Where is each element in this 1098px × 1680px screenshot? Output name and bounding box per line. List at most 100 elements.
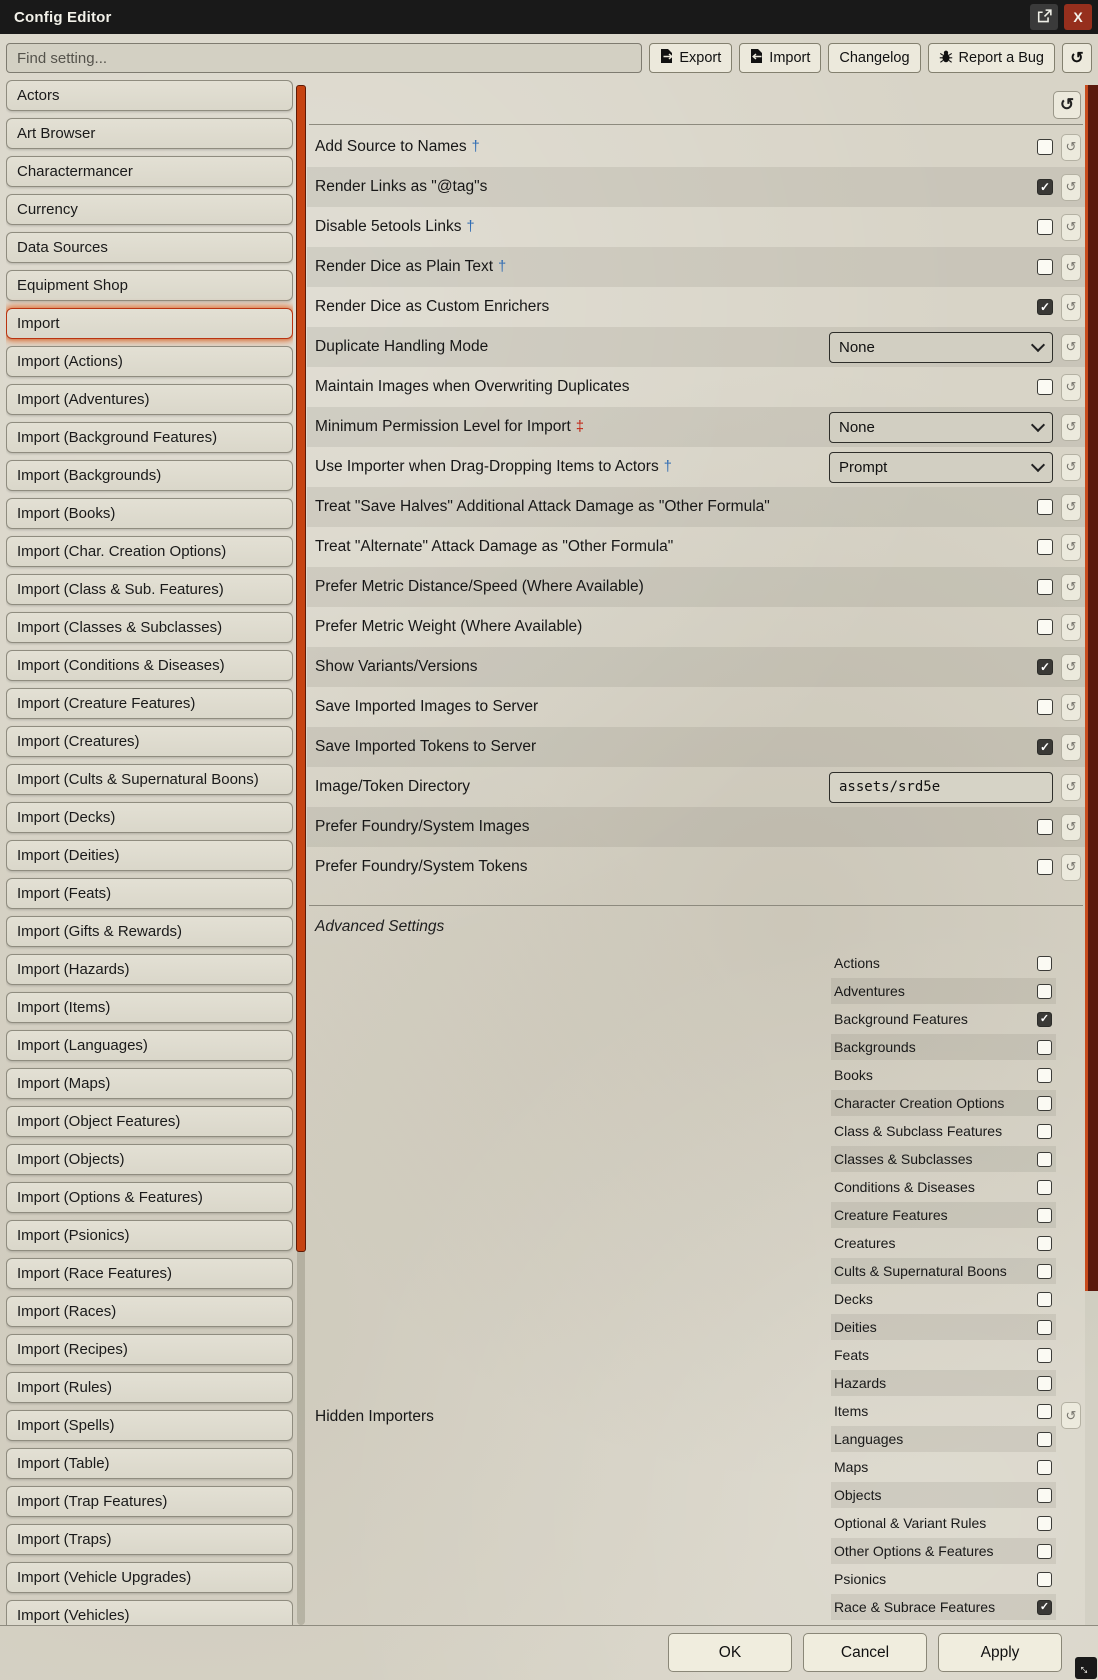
sidebar-item[interactable]: Import (Languages) <box>6 1030 293 1061</box>
main-scrollbar-thumb[interactable] <box>1085 85 1098 1291</box>
setting-checkbox[interactable]: ✓ <box>1037 259 1053 275</box>
sidebar-item[interactable]: Import (Options & Features) <box>6 1182 293 1213</box>
row-undo-button[interactable]: ↺ <box>1061 734 1081 761</box>
export-button[interactable]: Export <box>649 43 732 73</box>
hidden-importer-checkbox[interactable]: ✓ <box>1037 1040 1052 1055</box>
hidden-importer-checkbox[interactable]: ✓ <box>1037 1404 1052 1419</box>
row-undo-button[interactable]: ↺ <box>1061 534 1081 561</box>
row-undo-button[interactable]: ↺ <box>1061 374 1081 401</box>
sidebar-item[interactable]: Charactermancer <box>6 156 293 187</box>
setting-checkbox[interactable]: ✓ <box>1037 499 1053 515</box>
setting-checkbox[interactable]: ✓ <box>1037 699 1053 715</box>
hidden-importer-checkbox[interactable]: ✓ <box>1037 1348 1052 1363</box>
setting-checkbox[interactable]: ✓ <box>1037 539 1053 555</box>
sidebar-item[interactable]: Import (Creature Features) <box>6 688 293 719</box>
sidebar-item[interactable]: Import (Class & Sub. Features) <box>6 574 293 605</box>
sidebar-item[interactable]: Import (Trap Features) <box>6 1486 293 1517</box>
hidden-importer-checkbox[interactable]: ✓ <box>1037 1152 1052 1167</box>
row-undo-button[interactable]: ↺ <box>1061 694 1081 721</box>
setting-text-input[interactable] <box>829 772 1053 803</box>
row-undo-button[interactable]: ↺ <box>1061 334 1081 361</box>
row-undo-button[interactable]: ↺ <box>1061 134 1081 161</box>
row-undo-button[interactable]: ↺ <box>1061 254 1081 281</box>
hidden-importer-checkbox[interactable]: ✓ <box>1037 1208 1052 1223</box>
sidebar-item[interactable]: Import (Actions) <box>6 346 293 377</box>
search-input[interactable] <box>6 43 642 73</box>
sidebar-item[interactable]: Import <box>6 308 293 339</box>
row-undo-button[interactable]: ↺ <box>1061 574 1081 601</box>
hidden-importer-checkbox[interactable]: ✓ <box>1037 956 1052 971</box>
hidden-importer-checkbox[interactable]: ✓ <box>1037 1264 1052 1279</box>
row-undo-button[interactable]: ↺ <box>1061 654 1081 681</box>
hidden-importer-checkbox[interactable]: ✓ <box>1037 1376 1052 1391</box>
row-undo-button[interactable]: ↺ <box>1061 814 1081 841</box>
sidebar-item[interactable]: Import (Table) <box>6 1448 293 1479</box>
cancel-button[interactable]: Cancel <box>803 1633 927 1672</box>
popout-button[interactable] <box>1030 4 1058 30</box>
hidden-importer-checkbox[interactable]: ✓ <box>1037 1236 1052 1251</box>
sidebar-item[interactable]: Import (Vehicle Upgrades) <box>6 1562 293 1593</box>
row-undo-button[interactable]: ↺ <box>1061 214 1081 241</box>
setting-checkbox[interactable]: ✓ <box>1037 219 1053 235</box>
row-undo-button[interactable]: ↺ <box>1061 494 1081 521</box>
setting-select[interactable]: Prompt <box>829 452 1053 483</box>
hidden-importer-checkbox[interactable]: ✓ <box>1037 1488 1052 1503</box>
hidden-importer-checkbox[interactable]: ✓ <box>1037 1124 1052 1139</box>
sidebar-item[interactable]: Import (Vehicles) <box>6 1600 293 1625</box>
setting-checkbox[interactable]: ✓ <box>1037 139 1053 155</box>
hidden-importers-undo-button[interactable]: ↺ <box>1061 1402 1081 1429</box>
sidebar-item[interactable]: Import (Background Features) <box>6 422 293 453</box>
toolbar-undo-button[interactable]: ↺ <box>1062 43 1092 73</box>
main-scrollbar[interactable] <box>1085 85 1098 1625</box>
sidebar-item[interactable]: Import (Adventures) <box>6 384 293 415</box>
sidebar-item[interactable]: Import (Psionics) <box>6 1220 293 1251</box>
ok-button[interactable]: OK <box>668 1633 792 1672</box>
hidden-importer-checkbox[interactable]: ✓ <box>1037 1460 1052 1475</box>
hidden-importer-checkbox[interactable]: ✓ <box>1037 1180 1052 1195</box>
setting-checkbox[interactable]: ✓ <box>1037 619 1053 635</box>
sidebar-item[interactable]: Import (Objects) <box>6 1144 293 1175</box>
hidden-importer-checkbox[interactable]: ✓ <box>1037 1432 1052 1447</box>
setting-select[interactable]: None <box>829 332 1053 363</box>
sidebar-item[interactable]: Import (Hazards) <box>6 954 293 985</box>
setting-checkbox[interactable]: ✓ <box>1037 739 1053 755</box>
hidden-importer-checkbox[interactable]: ✓ <box>1037 1068 1052 1083</box>
sidebar-item[interactable]: Import (Conditions & Diseases) <box>6 650 293 681</box>
panel-undo-button[interactable]: ↺ <box>1053 91 1081 119</box>
sidebar-item[interactable]: Import (Classes & Subclasses) <box>6 612 293 643</box>
setting-checkbox[interactable]: ✓ <box>1037 179 1053 195</box>
hidden-importer-checkbox[interactable]: ✓ <box>1037 1572 1052 1587</box>
hidden-importer-checkbox[interactable]: ✓ <box>1037 1096 1052 1111</box>
sidebar-item[interactable]: Equipment Shop <box>6 270 293 301</box>
row-undo-button[interactable]: ↺ <box>1061 174 1081 201</box>
sidebar-scrollbar[interactable] <box>297 85 305 1625</box>
setting-checkbox[interactable]: ✓ <box>1037 579 1053 595</box>
setting-checkbox[interactable]: ✓ <box>1037 659 1053 675</box>
sidebar-item[interactable]: Currency <box>6 194 293 225</box>
sidebar-item[interactable]: Actors <box>6 80 293 111</box>
sidebar-item[interactable]: Import (Maps) <box>6 1068 293 1099</box>
sidebar-item[interactable]: Art Browser <box>6 118 293 149</box>
sidebar-item[interactable]: Import (Deities) <box>6 840 293 871</box>
sidebar-item[interactable]: Import (Cults & Supernatural Boons) <box>6 764 293 795</box>
setting-checkbox[interactable]: ✓ <box>1037 859 1053 875</box>
close-button[interactable]: X <box>1064 4 1092 30</box>
setting-select[interactable]: None <box>829 412 1053 443</box>
changelog-button[interactable]: Changelog <box>828 43 920 73</box>
setting-checkbox[interactable]: ✓ <box>1037 819 1053 835</box>
setting-checkbox[interactable]: ✓ <box>1037 299 1053 315</box>
sidebar-item[interactable]: Import (Backgrounds) <box>6 460 293 491</box>
row-undo-button[interactable]: ↺ <box>1061 454 1081 481</box>
sidebar-item[interactable]: Import (Race Features) <box>6 1258 293 1289</box>
row-undo-button[interactable]: ↺ <box>1061 294 1081 321</box>
sidebar-item[interactable]: Import (Spells) <box>6 1410 293 1441</box>
hidden-importer-checkbox[interactable]: ✓ <box>1037 984 1052 999</box>
sidebar-item[interactable]: Import (Gifts & Rewards) <box>6 916 293 947</box>
resize-handle[interactable]: ↔ <box>1075 1657 1097 1679</box>
hidden-importer-checkbox[interactable]: ✓ <box>1037 1544 1052 1559</box>
sidebar-item[interactable]: Import (Decks) <box>6 802 293 833</box>
sidebar-item[interactable]: Import (Rules) <box>6 1372 293 1403</box>
hidden-importer-checkbox[interactable]: ✓ <box>1037 1600 1052 1615</box>
sidebar-item[interactable]: Data Sources <box>6 232 293 263</box>
sidebar-item[interactable]: Import (Creatures) <box>6 726 293 757</box>
